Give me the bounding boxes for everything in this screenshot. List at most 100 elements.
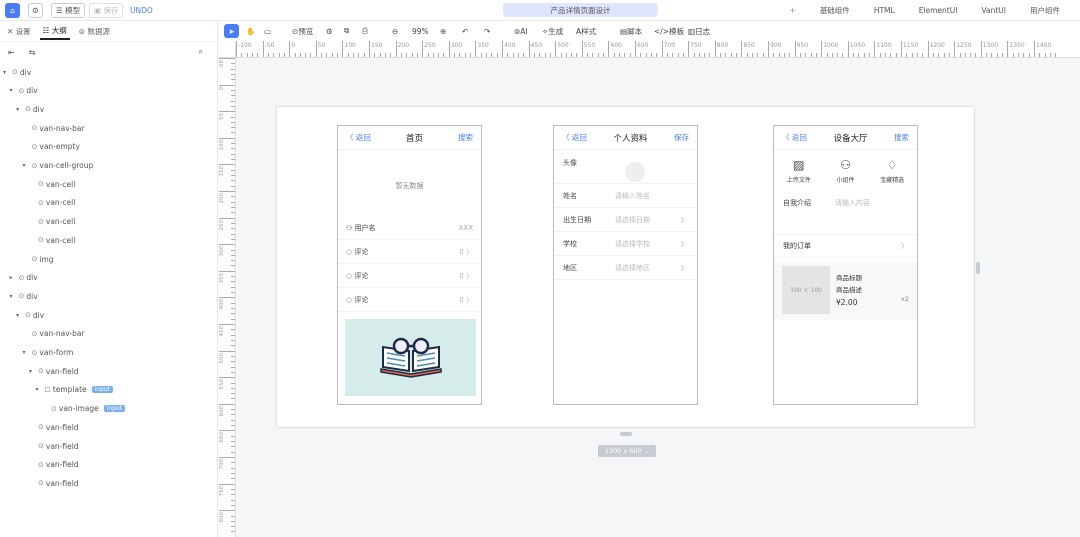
product-card[interactable]: 100 × 100 商品标题 商品描述 ¥2.00 x2 (774, 262, 917, 320)
horizontal-ruler[interactable]: -100 -50 0 50 100 150 200 250 300 350 400 450 500 550… (236, 41, 1080, 58)
ai-button[interactable]: ⊚ AI (514, 24, 528, 38)
back-link[interactable]: 〈 返回 (562, 132, 587, 143)
page-device-hall[interactable]: 〈 返回 设备大厅 搜索 ▨ 上传文件 ⚇ 小组件 ♢ 宝藏精选 自我介绍 请输入内容 … (773, 125, 918, 405)
tab-elementui[interactable]: ElementUI (907, 6, 970, 15)
outline-node[interactable]: ▾ ⊙ div (10, 289, 38, 303)
design-canvas[interactable]: 〈 返回 首页 搜索 暂无数据 ⚇ 用户名 XXX ◌ 评论 0 〉 ◌ 评论 0 〉… (277, 107, 974, 427)
resize-handle-right[interactable] (976, 262, 980, 274)
outline-node[interactable]: ⊙ van-image input (42, 402, 126, 416)
back-link[interactable]: 〈 返回 (346, 132, 371, 143)
outline-node[interactable]: ⊙ van-field (29, 439, 79, 453)
pointer-tool[interactable]: ➤ (224, 24, 239, 38)
save-link[interactable]: 保存 (674, 132, 689, 143)
expand-arrow-icon[interactable]: ▾ (16, 312, 23, 319)
tab-datasource[interactable]: ⊜ 数据源 (76, 24, 113, 39)
search-link[interactable]: 搜索 (458, 132, 473, 143)
outline-node[interactable]: ⊙ van-empty (23, 140, 80, 154)
outline-node[interactable]: ⊙ van-field (29, 420, 79, 434)
copy-tool[interactable]: ⧉ (344, 24, 349, 38)
style-button[interactable]: A 样式 (576, 24, 596, 38)
tab-basic-components[interactable]: 基础组件 (808, 5, 862, 16)
outline-node[interactable]: ▾ ⊙ van-form (23, 346, 74, 360)
outline-node[interactable]: ▾ ⊙ div (16, 102, 44, 116)
vertical-ruler[interactable]: -50 0 50 100 150 200 250 300 350 400 450 500 550 600 6… (218, 58, 236, 537)
page-profile[interactable]: 〈 返回 个人资料 保存 头像 姓名 请输入姓名 出生日期 请选择日期〉 学校 请选择… (553, 125, 698, 405)
outline-node[interactable]: ⊙ van-cell (29, 215, 75, 229)
settings-button[interactable]: ⚙ (28, 3, 43, 18)
tab-vantui[interactable]: VantUI (969, 6, 1018, 15)
zoom-level[interactable]: 99% (412, 24, 429, 38)
hand-tool[interactable]: ✋ (246, 24, 255, 38)
outline-node[interactable]: ▾ ⊙ div (16, 308, 44, 322)
generate-button[interactable]: ✧ 生成 (542, 24, 563, 38)
expand-arrow-icon[interactable]: ▾ (29, 368, 36, 375)
outline-node[interactable]: ⊙ van-cell (29, 196, 75, 210)
field-birthdate[interactable]: 出生日期 请选择日期〉 (554, 208, 697, 232)
outline-node[interactable]: ⊙ van-nav-bar (23, 121, 85, 135)
intro-field[interactable]: 自我介绍 请输入内容 (774, 188, 917, 218)
outline-node[interactable]: ▾ ☐ template input (36, 383, 114, 397)
expand-arrow-icon[interactable]: ▾ (3, 69, 10, 76)
cell-username[interactable]: ⚇ 用户名 XXX (338, 216, 481, 240)
outline-node[interactable]: ⊙ van-nav-bar (23, 327, 85, 341)
field-region[interactable]: 地区 请选择地区〉 (554, 256, 697, 280)
canvas-size-selector[interactable]: 1300 x 600 ⌄ (598, 445, 656, 457)
outline-node[interactable]: ⊙ van-field (29, 458, 79, 472)
outline-node[interactable]: ⊙ img (23, 252, 54, 266)
template-button[interactable]: </> 模板 (654, 24, 684, 38)
add-icon[interactable]: + (778, 6, 808, 15)
outline-node[interactable]: ▸ ⊙ div (10, 271, 38, 285)
field-school[interactable]: 学校 请选择学校〉 (554, 232, 697, 256)
expand-arrow-icon[interactable]: ▾ (23, 349, 30, 356)
expand-arrow-icon[interactable]: ▸ (10, 274, 17, 281)
export-tool[interactable]: ⎙ (362, 24, 368, 38)
resize-handle-bottom[interactable] (620, 432, 632, 436)
undo-button[interactable]: ↶ (462, 24, 468, 38)
log-button[interactable]: ▥ 日志 (688, 24, 710, 38)
tab-settings[interactable]: ✕ 设置 (4, 24, 34, 39)
model-button[interactable]: ☰ 模型 (51, 3, 86, 18)
page-home[interactable]: 〈 返回 首页 搜索 暂无数据 ⚇ 用户名 XXX ◌ 评论 0 〉 ◌ 评论 0 〉… (337, 125, 482, 405)
zoom-in-button[interactable]: ⊕ (440, 24, 446, 38)
save-button[interactable]: ▣ 保存 (89, 3, 124, 18)
cell-comment[interactable]: ◌ 评论 0 〉 (338, 288, 481, 312)
outline-node[interactable]: ▾ ⊙ div (10, 84, 38, 98)
undo-link[interactable]: UNDO (130, 3, 153, 18)
outline-node[interactable]: ⊙ van-field (29, 476, 79, 490)
expand-arrow-icon[interactable]: ▾ (16, 106, 23, 113)
outline-node[interactable]: ⊙ van-cell (29, 177, 75, 191)
expand-icon[interactable]: ⇆ (29, 48, 36, 57)
home-button[interactable]: ⌂ (5, 3, 20, 18)
search-link[interactable]: 搜索 (894, 132, 909, 143)
collapse-icon[interactable]: ⇤ (8, 48, 15, 57)
expand-arrow-icon[interactable]: ▾ (10, 87, 17, 94)
redo-button[interactable]: ↷ (484, 24, 490, 38)
expand-arrow-icon[interactable]: ▾ (36, 386, 43, 393)
script-button[interactable]: ▤ 脚本 (620, 24, 642, 38)
outline-node[interactable]: ▾ ⊙ div (3, 65, 31, 79)
frame-tool[interactable]: ▭ (264, 24, 271, 38)
expand-arrow-icon[interactable]: ▾ (23, 162, 30, 169)
preview-button[interactable]: ⊙ 预览 (292, 24, 313, 38)
search-icon[interactable]: ⌕ (199, 47, 203, 57)
outline-node[interactable]: ▾ ⊙ van-field (29, 364, 79, 378)
tab-outline[interactable]: ☷ 大纲 (39, 23, 70, 40)
grid-item-treasure[interactable]: ♢ 宝藏精选 (880, 158, 904, 188)
grid-item-widget[interactable]: ⚇ 小组件 (836, 158, 854, 188)
field-name[interactable]: 姓名 请输入姓名 (554, 184, 697, 208)
config-tool[interactable]: ⚙ (326, 24, 333, 38)
zoom-out-button[interactable]: ⊖ (392, 24, 398, 38)
grid-item-upload[interactable]: ▨ 上传文件 (787, 158, 811, 188)
avatar-row[interactable]: 头像 (554, 150, 697, 184)
expand-arrow-icon[interactable]: ▾ (10, 293, 17, 300)
my-orders-row[interactable]: 我的订单〉 (774, 234, 917, 258)
outline-node[interactable]: ⊙ van-cell (29, 233, 75, 247)
cell-comment[interactable]: ◌ 评论 0 〉 (338, 240, 481, 264)
back-link[interactable]: 〈 返回 (782, 132, 807, 143)
tab-user-components[interactable]: 用户组件 (1018, 5, 1072, 16)
outline-node[interactable]: ▾ ⊙ van-cell-group (23, 159, 94, 173)
tab-html[interactable]: HTML (862, 6, 907, 15)
cell-comment[interactable]: ◌ 评论 0 〉 (338, 264, 481, 288)
document-title[interactable]: 产品详情页面设计 (503, 3, 658, 17)
avatar[interactable] (625, 162, 645, 182)
